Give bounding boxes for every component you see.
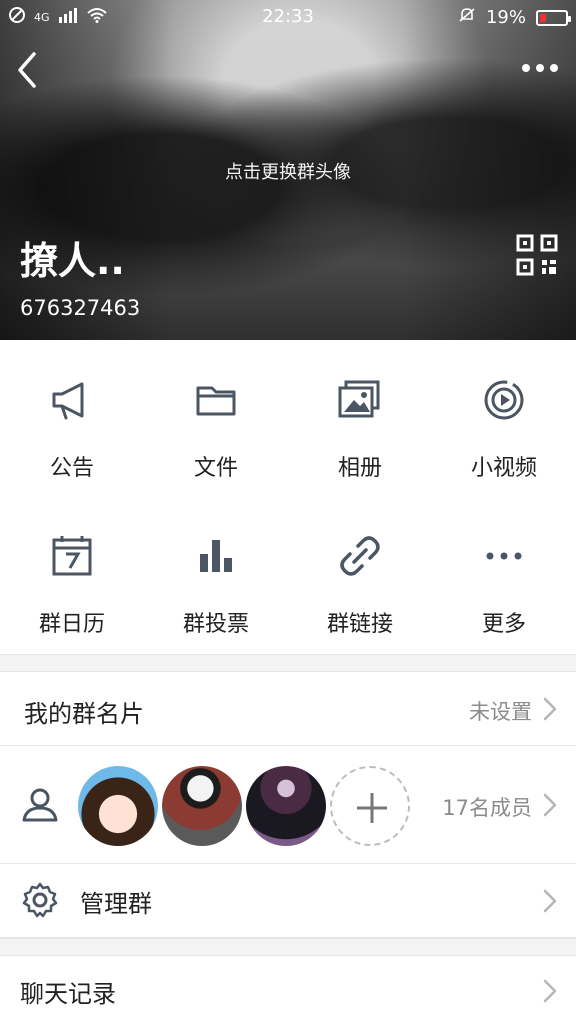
member-avatar[interactable] [78,766,158,846]
battery-level [540,13,546,22]
change-avatar-hint[interactable]: 点击更换群头像 [0,158,576,184]
group-header[interactable]: 4G 22:33 19% 点击更换群头像 撩人.. 676327463 [0,0,576,340]
feature-link[interactable]: 群链接 [288,496,432,646]
manage-group-row[interactable]: 管理群 [0,864,576,938]
chat-history-row[interactable]: 聊天记录 [0,956,576,1024]
feature-announcement[interactable]: 公告 [0,340,144,490]
photo-album-icon [338,380,380,418]
invite-member-button[interactable] [330,766,410,846]
feature-vote[interactable]: 群投票 [144,496,288,646]
feature-more[interactable]: 更多 [432,496,576,646]
mute-bell-icon [458,6,476,29]
manage-group-title: 管理群 [80,890,152,918]
bar-chart-icon [200,540,232,572]
feature-label: 相册 [337,456,382,481]
battery-percent: 19% [485,7,526,28]
section-divider [0,654,576,672]
megaphone-icon [52,382,84,420]
video-icon [484,380,524,420]
feature-label: 文件 [193,456,238,481]
status-bar: 4G 22:33 19% [0,0,576,32]
feature-label: 更多 [481,612,526,637]
members-row[interactable]: 17名成员 [0,746,576,864]
members-icon [22,788,58,822]
feature-calendar[interactable]: 群日历 [0,496,144,646]
chevron-right-icon [543,889,557,913]
chevron-right-icon [543,697,557,721]
feature-label: 公告 [49,456,94,481]
my-group-card-row[interactable]: 我的群名片 未设置 [0,672,576,746]
feature-label: 群日历 [38,612,105,637]
member-count: 17名成员 [442,796,532,820]
back-arrow-icon [18,52,36,88]
more-dots-icon [486,552,522,560]
plus-icon [357,793,387,823]
chevron-right-icon [543,979,557,1003]
feature-video[interactable]: 小视频 [432,340,576,490]
more-options-button[interactable] [520,58,560,78]
feature-label: 小视频 [470,456,537,481]
section-divider [0,938,576,956]
member-avatar[interactable] [246,766,326,846]
my-group-card-title: 我的群名片 [24,700,144,728]
qr-code-button[interactable] [516,234,558,276]
gear-icon [22,882,58,918]
feature-album[interactable]: 相册 [288,340,432,490]
my-group-card-value: 未设置 [469,700,532,724]
feature-grid: 公告 文件 相册 小视频 群日历 群投票 群链接 更多 [0,340,576,652]
battery-icon [536,9,571,26]
feature-label: 群投票 [182,612,249,637]
group-name: 撩人.. [20,239,125,283]
feature-files[interactable]: 文件 [144,340,288,490]
more-dots-icon [522,64,558,72]
qr-code-icon [516,234,558,276]
feature-label: 群链接 [326,612,393,637]
chat-history-title: 聊天记录 [20,980,116,1008]
link-icon [340,536,380,576]
back-button[interactable] [14,50,42,90]
group-id: 676327463 [20,296,141,320]
calendar-icon [52,536,92,576]
member-avatar[interactable] [162,766,242,846]
status-right: 19% [458,6,571,29]
chevron-right-icon [543,793,557,817]
folder-icon [196,386,236,416]
